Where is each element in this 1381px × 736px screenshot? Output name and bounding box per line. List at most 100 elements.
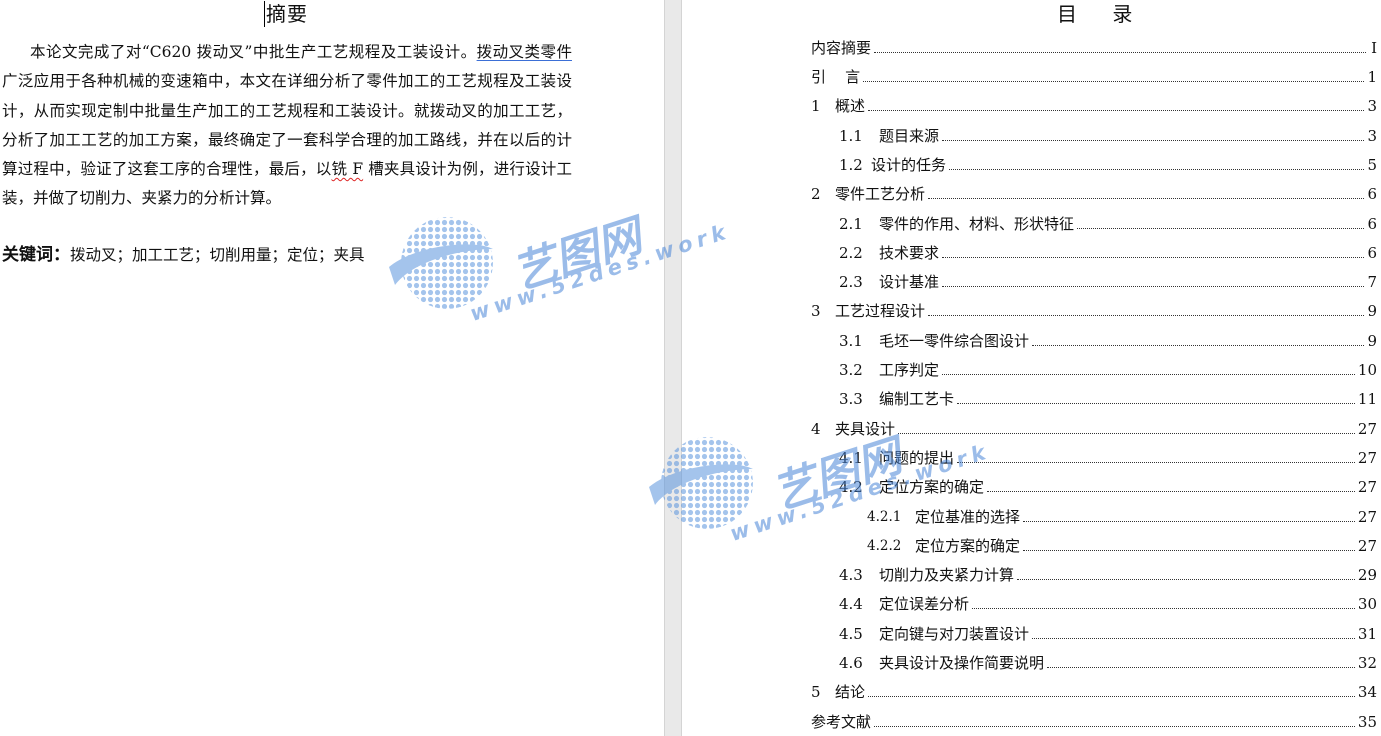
toc-entry-page: 27 [1357, 419, 1377, 438]
toc-entry-number: 2.3 [839, 273, 863, 292]
toc-entry-page: 9 [1367, 331, 1377, 350]
toc-entry-page: 6 [1367, 243, 1377, 262]
toc-entry-number: 2.1 [839, 214, 863, 233]
toc-entry[interactable]: 1.2 设计的任务 5 [839, 147, 1377, 176]
toc-entry-number: 4 [811, 419, 821, 438]
toc-entry-label: 参考文献 [811, 712, 872, 731]
toc-dot-leader [874, 51, 1366, 53]
toc-entry-page: 27 [1357, 448, 1377, 467]
toc-entry-label: 结论 [835, 683, 866, 702]
toc-entry-label: 引 言 [811, 68, 861, 87]
toc-entry-page: 7 [1367, 273, 1377, 292]
abstract-title: 摘要 [264, 1, 308, 27]
toc-entry-page: 27 [1357, 478, 1377, 497]
toc-entry-number: 4.2.2 [867, 537, 902, 554]
toc-entry[interactable]: 4.6 夹具设计及操作简要说明 32 [839, 645, 1377, 674]
toc-entry[interactable]: 5 结论 34 [811, 674, 1377, 703]
toc-dot-leader [1032, 637, 1355, 639]
toc-entry-page: 5 [1367, 155, 1377, 174]
toc-entry-label: 定位基准的选择 [915, 507, 1021, 526]
toc-entry-label: 定位误差分析 [879, 595, 970, 614]
toc-entry[interactable]: 2.1 零件的作用、材料、形状特征 6 [839, 205, 1377, 234]
toc-entry-number: 5 [811, 683, 821, 702]
toc-entry-page: 6 [1367, 185, 1377, 204]
toc-entry-number: 4.3 [839, 566, 863, 585]
page-gutter [664, 0, 682, 736]
toc-entry[interactable]: 1.1 题目来源 3 [839, 117, 1377, 146]
toc-entry[interactable]: 3 工艺过程设计 9 [811, 293, 1377, 322]
toc-entry[interactable]: 3.3 编制工艺卡 11 [839, 381, 1377, 410]
toc-entry[interactable]: 内容摘要 I [811, 30, 1377, 59]
toc-dot-leader [928, 197, 1365, 200]
toc-entry-page: 1 [1367, 68, 1377, 87]
toc-dot-leader [1023, 549, 1355, 551]
document-view: 摘要 本论文完成了对“C620 拨动叉”中批生产工艺规程及工装设计。拨动叉类零件… [0, 0, 1381, 736]
toc-entry-number: 3.1 [839, 331, 863, 350]
toc-entry-number: 3.3 [839, 390, 863, 409]
toc-entry[interactable]: 引 言 1 [811, 59, 1377, 88]
toc-entry-label: 技术要求 [879, 243, 940, 262]
toc-dot-leader [957, 461, 1355, 463]
abstract-text-1: 本论文完成了对“C620 拨动叉”中批生产工艺规程及工装设计。 [30, 43, 477, 61]
toc-entry-page: 10 [1357, 361, 1377, 380]
toc-entry-label: 设计的任务 [871, 155, 947, 174]
toc-dot-leader [942, 139, 1365, 141]
toc-entry-label: 概述 [835, 97, 866, 116]
toc-entry-number: 4.2 [839, 478, 863, 497]
toc-entry[interactable]: 2.3 设计基准 7 [839, 264, 1377, 293]
toc-dot-leader [942, 256, 1365, 258]
toc-dot-leader [949, 168, 1365, 170]
toc-entry-label: 夹具设计及操作简要说明 [879, 654, 1045, 673]
toc-entry-label: 设计基准 [879, 273, 940, 292]
toc-dot-leader [957, 402, 1355, 405]
toc-entry-number: 1.2 [839, 155, 863, 174]
toc-entry-label: 内容摘要 [811, 38, 872, 57]
toc-entry-page: 3 [1367, 97, 1377, 116]
toc-title: 目 录 [1057, 2, 1135, 26]
toc-entry[interactable]: 3.1 毛坯一零件综合图设计 9 [839, 323, 1377, 352]
toc-entry-number: 2.2 [839, 243, 863, 262]
toc-entry[interactable]: 4.5 定向键与对刀装置设计 31 [839, 616, 1377, 645]
toc-entry-label: 毛坯一零件综合图设计 [879, 331, 1030, 350]
toc-entry[interactable]: 4.2.2 定位方案的确定 27 [867, 528, 1377, 557]
toc-entry-label: 定向键与对刀装置设计 [879, 624, 1030, 643]
toc-dot-leader [1047, 666, 1355, 669]
toc-entry[interactable]: 2 零件工艺分析 6 [811, 176, 1377, 205]
toc-entry-label: 定位方案的确定 [879, 478, 985, 497]
toc-dot-leader [1017, 578, 1355, 581]
toc-entry-label: 编制工艺卡 [879, 390, 955, 409]
toc-entry[interactable]: 4.4 定位误差分析 30 [839, 586, 1377, 615]
toc-entry-number: 4.2.1 [867, 508, 902, 525]
toc-entry[interactable]: 4 夹具设计 27 [811, 410, 1377, 439]
toc-entry[interactable]: 4.1 问题的提出 27 [839, 440, 1377, 469]
toc-entry-number: 1.1 [839, 126, 863, 145]
toc-dot-leader [942, 373, 1355, 376]
toc-dot-leader [874, 725, 1355, 727]
toc-entry[interactable]: 4.2 定位方案的确定 27 [839, 469, 1377, 498]
abstract-link-text: 拨动叉类零件 [476, 43, 572, 61]
toc-entry-page: 27 [1357, 536, 1377, 555]
toc-entry[interactable]: 3.2 工序判定 10 [839, 352, 1377, 381]
keywords-value: 拨动叉；加工工艺；切削用量；定位；夹具 [70, 246, 365, 264]
toc-entry[interactable]: 参考文献 35 [811, 703, 1377, 732]
toc-entry[interactable]: 1 概述 3 [811, 88, 1377, 117]
toc-entry-label: 夹具设计 [835, 419, 896, 438]
toc-dot-leader [1077, 227, 1365, 229]
toc-entry-page: I [1371, 38, 1377, 57]
toc-entry-number: 1 [811, 97, 821, 116]
toc-entry-page: 32 [1357, 654, 1377, 673]
toc-dot-leader [898, 432, 1355, 434]
toc-entry-page: 27 [1357, 507, 1377, 526]
toc-entry[interactable]: 4.3 切削力及夹紧力计算 29 [839, 557, 1377, 586]
abstract-page: 摘要 本论文完成了对“C620 拨动叉”中批生产工艺规程及工装设计。拨动叉类零件… [0, 0, 664, 736]
toc-entry[interactable]: 4.2.1 定位基准的选择 27 [867, 498, 1377, 527]
toc-entry-number: 3 [811, 302, 821, 321]
toc-dot-leader [928, 314, 1365, 317]
toc-entry-label: 问题的提出 [879, 448, 955, 467]
toc-entry[interactable]: 2.2 技术要求 6 [839, 235, 1377, 264]
toc-entry-number: 2 [811, 185, 821, 204]
toc-entry-page: 9 [1367, 302, 1377, 321]
abstract-spellcheck-text: 铣 F [331, 160, 364, 179]
toc-entry-label: 工艺过程设计 [835, 302, 926, 321]
toc-entry-page: 11 [1357, 390, 1377, 409]
